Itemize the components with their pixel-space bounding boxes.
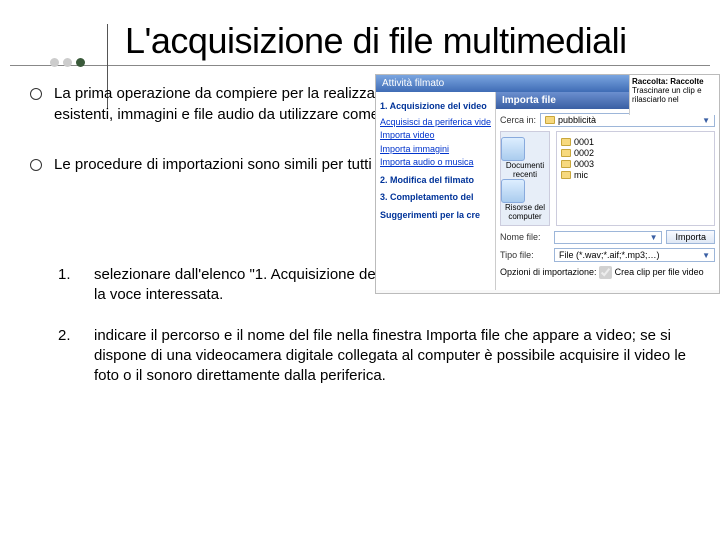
step-item: 2. indicare il percorso e il nome del fi… <box>30 326 710 387</box>
task-link: Importa immagini <box>380 143 491 157</box>
folder-icon <box>561 171 571 179</box>
collection-pane: Raccolta: Raccolte Trascinare un clip e … <box>629 75 719 115</box>
screenshot-figure: Attività filmato × Raccolta: Raccolte Tr… <box>375 74 720 294</box>
filetype-label: Tipo file: <box>500 250 550 260</box>
slide-content: La prima operazione da compiere per la r… <box>0 66 720 386</box>
folder-icon <box>561 149 571 157</box>
collection-sub: Trascinare un clip e rilasciarlo nel <box>632 86 717 104</box>
list-item: 0003 <box>561 159 710 169</box>
filetype-field: File (*.wav;*.aif;*.mp3;…)▼ <box>554 248 715 262</box>
task-link: Importa audio o musica <box>380 156 491 170</box>
folder-icon <box>561 138 571 146</box>
places-bar: Documenti recenti Risorse del computer <box>500 131 550 226</box>
options-label: Opzioni di importazione: <box>500 267 597 277</box>
task-link: Acquisisci da periferica video <box>380 116 491 130</box>
clip-checkbox <box>599 266 612 279</box>
task-section-4: Suggerimenti per la cre <box>380 209 491 223</box>
task-pane-title: Attività filmato <box>382 78 444 89</box>
recent-docs-icon <box>501 137 525 161</box>
task-section-1: 1. Acquisizione del video <box>380 100 491 114</box>
place-label: Risorse del computer <box>501 203 549 221</box>
folder-icon <box>545 116 555 124</box>
file-list: 0001 0002 0003 mic <box>556 131 715 226</box>
task-link: Importa video <box>380 129 491 143</box>
step-number: 1. <box>58 265 76 285</box>
list-item: 0001 <box>561 137 710 147</box>
chevron-down-icon: ▼ <box>702 116 710 125</box>
task-section-3: 3. Completamento del <box>380 191 491 205</box>
lookin-label: Cerca in: <box>500 115 536 125</box>
bullet-icon <box>30 88 42 100</box>
import-button: Importa <box>666 230 715 244</box>
chevron-down-icon: ▼ <box>650 233 658 242</box>
chevron-down-icon: ▼ <box>702 251 710 260</box>
step-text: indicare il percorso e il nome del file … <box>94 326 710 387</box>
clip-checkbox-label: Crea clip per file video <box>615 267 704 277</box>
filename-field: ▼ <box>554 231 662 244</box>
task-pane-body: 1. Acquisizione del video Acquisisci da … <box>376 92 496 290</box>
slide-title: L'acquisizione di file multimediali <box>125 20 720 61</box>
lookin-dropdown: pubblicità ▼ <box>540 113 715 127</box>
filename-label: Nome file: <box>500 232 550 242</box>
place-label: Documenti recenti <box>501 161 549 179</box>
collection-header: Raccolta: Raccolte <box>632 77 717 86</box>
folder-icon <box>561 160 571 168</box>
list-item: 0002 <box>561 148 710 158</box>
slide-header: L'acquisizione di file multimediali <box>0 0 720 61</box>
step-number: 2. <box>58 326 76 346</box>
list-item: mic <box>561 170 710 180</box>
lookin-value: pubblicità <box>558 115 596 125</box>
bullet-icon <box>30 159 42 171</box>
task-section-2: 2. Modifica del filmato <box>380 174 491 188</box>
my-computer-icon <box>501 179 525 203</box>
